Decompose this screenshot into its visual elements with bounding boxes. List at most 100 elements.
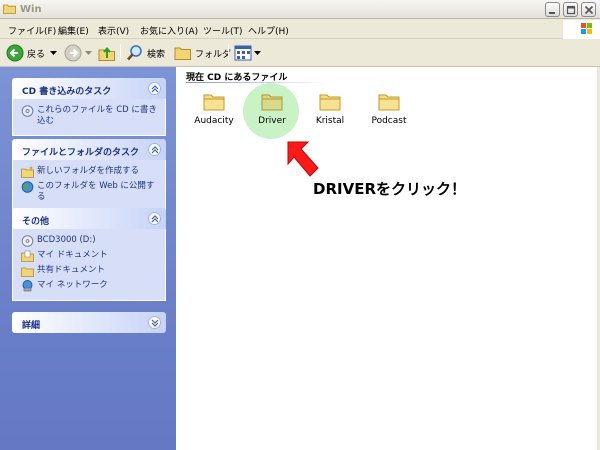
folder-label: Driver bbox=[258, 116, 286, 126]
menu-help[interactable]: ヘルプ(H) bbox=[248, 24, 289, 37]
panel-title: CD 書き込みのタスク bbox=[22, 87, 112, 97]
folder-label: Podcast bbox=[371, 116, 407, 126]
folder-icon bbox=[378, 94, 400, 111]
place-my-network[interactable]: マイ ネットワーク bbox=[21, 280, 160, 292]
place-label: マイ ネットワーク bbox=[37, 280, 108, 290]
menu-view[interactable]: 表示(V) bbox=[98, 24, 129, 37]
place-label: BCD3000 (D:) bbox=[37, 235, 96, 245]
search-label: 検索 bbox=[147, 49, 166, 60]
task-burn-cd[interactable]: これらのファイルを CD に書き込む bbox=[21, 105, 160, 127]
folders-label: フォルダ bbox=[195, 49, 232, 60]
task-label: 新しいフォルダを作成する bbox=[37, 166, 140, 176]
other-places-header[interactable]: その他 bbox=[12, 208, 166, 229]
chevron-down-icon bbox=[85, 50, 92, 55]
panel-body: 新しいフォルダを作成する このフォルダを Web に公開する bbox=[12, 160, 166, 212]
chevron-up-icon bbox=[151, 146, 159, 154]
up-folder-icon bbox=[98, 46, 115, 61]
panel-body: これらのファイルを CD に書き込む bbox=[12, 99, 166, 136]
collapse-button[interactable] bbox=[148, 82, 161, 95]
menu-bar: ファイル(F) 編集(E) 表示(V) お気に入り(A) ツール(T) ヘルプ(… bbox=[0, 19, 600, 39]
task-publish-web[interactable]: このフォルダを Web に公開する bbox=[21, 181, 160, 203]
views-icon bbox=[234, 45, 252, 61]
chevron-down-icon bbox=[254, 50, 261, 55]
folder-kristal[interactable]: Kristal bbox=[301, 92, 359, 126]
task-new-folder[interactable]: 新しいフォルダを作成する bbox=[21, 166, 160, 178]
menu-favorites[interactable]: お気に入り(A) bbox=[140, 24, 198, 37]
shared-folder-icon bbox=[21, 267, 34, 277]
file-tasks-panel: ファイルとフォルダのタスク 新しいフォルダを作成する このフォルダを Web に… bbox=[12, 139, 166, 212]
task-pane: CD 書き込みのタスク これらのファイルを CD に書き込む ファイルとフォルダ… bbox=[0, 67, 176, 450]
up-folder-button[interactable] bbox=[98, 43, 116, 63]
chevron-down-icon bbox=[151, 319, 159, 327]
annotation-text: DRIVERをクリック！ bbox=[313, 180, 466, 198]
new-folder-icon bbox=[21, 166, 34, 178]
network-icon bbox=[22, 280, 33, 292]
chevron-down-icon bbox=[50, 50, 57, 55]
collapse-button[interactable] bbox=[148, 143, 161, 156]
task-label: このフォルダを Web に公開する bbox=[37, 181, 155, 202]
forward-button[interactable] bbox=[64, 43, 82, 63]
views-button[interactable] bbox=[234, 43, 261, 63]
window-title: Win bbox=[20, 4, 42, 15]
back-arrow-icon bbox=[6, 44, 24, 62]
red-arrow-icon bbox=[287, 141, 319, 177]
toolbar-separator bbox=[120, 44, 121, 62]
close-button[interactable] bbox=[581, 2, 596, 17]
menu-file[interactable]: ファイル(F) bbox=[8, 24, 56, 37]
place-cd-drive[interactable]: BCD3000 (D:) bbox=[21, 235, 160, 247]
place-my-documents[interactable]: マイ ドキュメント bbox=[21, 250, 160, 262]
maximize-icon bbox=[566, 5, 576, 15]
panel-body: BCD3000 (D:) マイ ドキュメント 共有ドキュメント マイ ネットワー… bbox=[12, 229, 166, 301]
details-panel: 詳細 bbox=[12, 312, 166, 333]
folder-podcast[interactable]: Podcast bbox=[360, 92, 418, 126]
windows-flag-icon bbox=[581, 23, 592, 34]
back-dropdown[interactable] bbox=[50, 43, 57, 63]
panel-title: 詳細 bbox=[22, 321, 41, 331]
burn-cd-icon bbox=[21, 105, 34, 117]
task-label: これらのファイルを CD に書き込む bbox=[37, 105, 157, 126]
maximize-button[interactable] bbox=[563, 2, 578, 17]
details-header[interactable]: 詳細 bbox=[12, 312, 166, 333]
chevron-up-icon bbox=[151, 85, 159, 93]
chevron-up-icon bbox=[151, 215, 159, 223]
collapse-button[interactable] bbox=[148, 212, 161, 225]
folder-icon bbox=[203, 94, 225, 111]
back-button[interactable]: 戻る bbox=[6, 43, 45, 63]
file-tasks-header[interactable]: ファイルとフォルダのタスク bbox=[12, 139, 166, 160]
cd-tasks-header[interactable]: CD 書き込みのタスク bbox=[12, 78, 166, 99]
folder-icon bbox=[3, 4, 16, 14]
place-label: 共有ドキュメント bbox=[37, 265, 106, 275]
menu-edit[interactable]: 編集(E) bbox=[58, 24, 89, 37]
place-shared-documents[interactable]: 共有ドキュメント bbox=[21, 265, 160, 277]
menu-tools[interactable]: ツール(T) bbox=[203, 24, 243, 37]
other-places-panel: その他 BCD3000 (D:) マイ ドキュメント 共有ドキュメント マイ ネ… bbox=[12, 208, 166, 301]
toolbar-separator bbox=[228, 44, 229, 62]
forward-arrow-icon bbox=[64, 44, 82, 62]
minimize-icon bbox=[549, 12, 555, 14]
search-icon bbox=[127, 45, 142, 61]
heading-divider bbox=[186, 82, 326, 83]
cd-drive-icon bbox=[21, 235, 34, 247]
expand-button[interactable] bbox=[148, 316, 161, 329]
panel-title: その他 bbox=[22, 217, 50, 227]
folder-icon bbox=[261, 94, 283, 111]
folder-driver[interactable]: Driver bbox=[243, 92, 301, 126]
cd-tasks-panel: CD 書き込みのタスク これらのファイルを CD に書き込む bbox=[12, 78, 166, 136]
minimize-button[interactable] bbox=[545, 2, 560, 17]
file-list-area: 現在 CD にあるファイル Audacity Driver Kristal Po… bbox=[176, 67, 597, 450]
forward-dropdown[interactable] bbox=[85, 43, 92, 63]
close-icon bbox=[584, 5, 594, 15]
folder-audacity[interactable]: Audacity bbox=[185, 92, 243, 126]
folder-icon bbox=[174, 47, 191, 60]
folder-icon bbox=[319, 94, 341, 111]
folders-button[interactable]: フォルダ bbox=[174, 43, 231, 63]
place-label: マイ ドキュメント bbox=[37, 250, 108, 260]
search-button[interactable]: 検索 bbox=[126, 43, 165, 63]
folder-label: Audacity bbox=[194, 116, 234, 126]
back-label: 戻る bbox=[27, 49, 46, 60]
panel-title: ファイルとフォルダのタスク bbox=[22, 148, 140, 158]
my-documents-icon bbox=[21, 250, 34, 262]
title-bar: Win bbox=[0, 0, 600, 19]
globe-icon bbox=[21, 181, 34, 193]
toolbar: 戻る 検索 フォルダ bbox=[0, 39, 600, 67]
